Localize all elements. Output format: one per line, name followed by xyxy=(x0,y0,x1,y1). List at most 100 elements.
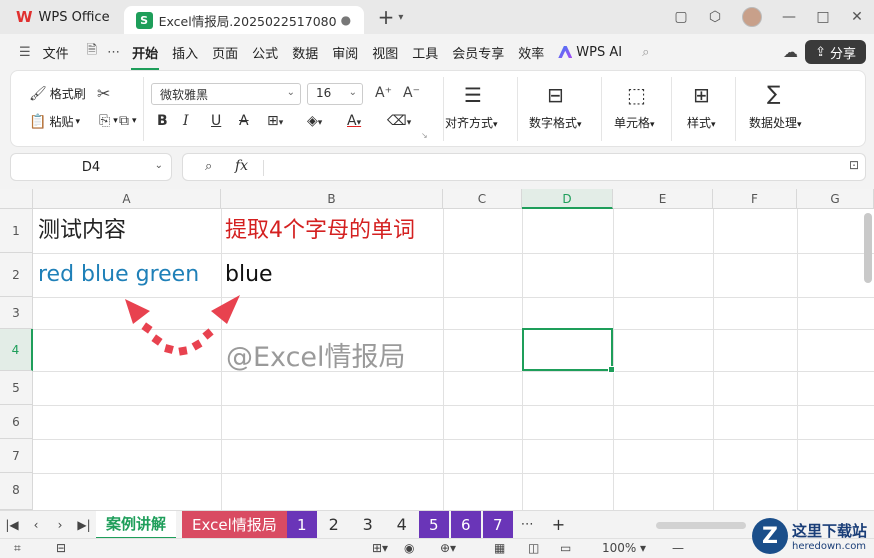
freeze-icon[interactable]: ⊞▾ xyxy=(372,541,388,555)
style-button[interactable]: 样式▾ xyxy=(687,114,716,131)
minimize-icon[interactable]: — xyxy=(772,9,806,25)
zoom-out-icon[interactable]: — xyxy=(672,541,684,555)
close-icon[interactable]: ✕ xyxy=(840,9,874,25)
selected-cell-d4[interactable] xyxy=(522,328,615,373)
sigma-icon[interactable]: ∑ xyxy=(767,81,780,105)
prev-sheet-icon[interactable]: ‹ xyxy=(24,518,48,532)
column-header-g[interactable]: G xyxy=(797,189,874,209)
normal-view-icon[interactable]: ▦ xyxy=(494,541,505,555)
copy-icon[interactable]: ⎘ ▾ xyxy=(99,113,118,129)
underline-icon[interactable]: U xyxy=(211,113,221,129)
increase-font-icon[interactable]: A⁺ xyxy=(375,85,395,101)
cell-a1[interactable]: 测试内容 xyxy=(38,218,126,244)
page-break-icon[interactable]: ▭ xyxy=(560,541,571,555)
sheet-tab-2[interactable]: 2 xyxy=(317,511,351,539)
decrease-font-icon[interactable]: A⁻ xyxy=(403,85,423,101)
name-box[interactable]: D4 ⌄ xyxy=(10,153,172,181)
more-sheets-icon[interactable]: ⋯ xyxy=(513,517,542,532)
sheet-tab-6[interactable]: 6 xyxy=(450,510,481,539)
share-button[interactable]: ⇪ 分享 xyxy=(805,40,866,64)
row-header-7[interactable]: 7 xyxy=(0,439,33,473)
number-format-button[interactable]: 数字格式▾ xyxy=(529,114,582,131)
bold-icon[interactable]: B xyxy=(157,113,168,129)
sheet-tab-3[interactable]: 3 xyxy=(351,511,385,539)
row-header-5[interactable]: 5 xyxy=(0,371,33,405)
column-header-a[interactable]: A xyxy=(33,189,221,209)
number-format-icon[interactable]: ⊟ xyxy=(547,83,564,107)
menu-formula[interactable]: 公式 xyxy=(245,43,285,62)
sheet-tab-1[interactable]: 1 xyxy=(286,510,317,539)
next-sheet-icon[interactable]: › xyxy=(48,518,72,532)
sheet-tab-cases[interactable]: 案例讲解 xyxy=(96,510,177,539)
maximize-icon[interactable]: □ xyxy=(806,9,840,25)
cell-icon[interactable]: ⬚ xyxy=(627,83,646,107)
sheet-tab-5[interactable]: 5 xyxy=(418,510,449,539)
save-icon[interactable]: 🗎 xyxy=(82,41,102,63)
zoom-dropdown-icon[interactable]: ▾ xyxy=(640,541,646,555)
menu-review[interactable]: 审阅 xyxy=(325,43,365,62)
row-header-2[interactable]: 2 xyxy=(0,253,33,297)
row-header-4[interactable]: 4 xyxy=(0,329,33,371)
cell-a2[interactable]: red blue green xyxy=(38,262,199,288)
row-header-8[interactable]: 8 xyxy=(0,473,33,510)
fx-icon[interactable]: fx xyxy=(235,158,248,174)
menu-tools[interactable]: 工具 xyxy=(405,43,445,62)
avatar[interactable] xyxy=(742,7,762,27)
sheet-tab-4[interactable]: 4 xyxy=(385,511,419,539)
row-header-3[interactable]: 3 xyxy=(0,297,33,329)
border-icon[interactable]: ⊞▾ xyxy=(267,113,283,129)
row-header-1[interactable]: 1 xyxy=(0,209,33,253)
data-process-button[interactable]: 数据处理▾ xyxy=(749,114,802,131)
document-tab[interactable]: S Excel情报局.2025022517080013 ● xyxy=(123,6,364,34)
menu-page[interactable]: 页面 xyxy=(205,43,245,62)
cell-button[interactable]: 单元格▾ xyxy=(614,114,655,131)
format-painter-button[interactable]: 🖌 格式刷 xyxy=(29,85,86,102)
align-icon[interactable]: ☰ xyxy=(464,83,482,107)
italic-icon[interactable]: I xyxy=(183,113,189,129)
menu-file[interactable]: 文件 xyxy=(36,43,76,62)
font-dialog-icon[interactable]: ↘ xyxy=(421,131,428,140)
column-header-c[interactable]: C xyxy=(443,189,522,209)
menu-home[interactable]: 开始 xyxy=(125,43,165,70)
menu-view[interactable]: 视图 xyxy=(365,43,405,62)
paste-format-icon[interactable]: ⧉ ▾ xyxy=(119,113,137,129)
paste-button[interactable]: 📋 粘贴 ▾ xyxy=(29,113,80,130)
hamburger-icon[interactable]: ☰ xyxy=(14,45,36,60)
horizontal-scrollbar[interactable] xyxy=(656,522,746,529)
zoom-level[interactable]: 100% xyxy=(602,541,636,555)
cube-icon[interactable]: ⬡ xyxy=(698,9,732,25)
expand-formula-icon[interactable]: ⊡ xyxy=(849,158,859,172)
cell-b2[interactable]: blue xyxy=(225,262,273,288)
cut-icon[interactable]: ✂ xyxy=(97,84,113,103)
column-header-b[interactable]: B xyxy=(221,189,443,209)
chevron-down-icon[interactable]: ▾ xyxy=(398,12,403,23)
search-icon[interactable]: ⌕ xyxy=(637,45,654,60)
page-view-icon[interactable]: ◫ xyxy=(528,541,539,555)
menu-data[interactable]: 数据 xyxy=(285,43,325,62)
new-tab-button[interactable]: + xyxy=(378,5,395,29)
column-header-d[interactable]: D xyxy=(522,189,613,209)
sheet-tab-excel[interactable]: Excel情报局 xyxy=(182,510,287,539)
cell-b1[interactable]: 提取4个字母的单词 xyxy=(225,218,415,244)
menu-insert[interactable]: 插入 xyxy=(165,43,205,62)
fill-color-icon[interactable]: ◈▾ xyxy=(307,113,322,129)
add-sheet-button[interactable]: + xyxy=(542,515,575,534)
tablet-mode-icon[interactable]: ▢ xyxy=(664,9,698,25)
cloud-icon[interactable]: ☁ xyxy=(783,43,798,61)
column-header-e[interactable]: E xyxy=(613,189,713,209)
sheet-tab-7[interactable]: 7 xyxy=(482,510,513,539)
column-header-f[interactable]: F xyxy=(713,189,797,209)
sheet-layout-icon[interactable]: ⊟ xyxy=(56,541,66,555)
last-sheet-icon[interactable]: ▶| xyxy=(72,518,96,532)
more-icon[interactable]: ⋯ xyxy=(102,45,125,60)
strikethrough-icon[interactable]: A xyxy=(239,113,249,129)
formula-bar[interactable]: ⌕ fx ⊡ xyxy=(182,153,866,181)
spreadsheet-grid[interactable]: A B C D E F G 1 2 3 4 5 6 7 8 测试内容 提取4个字… xyxy=(0,189,874,510)
align-button[interactable]: 对齐方式▾ xyxy=(445,114,498,131)
eye-icon[interactable]: ◉ xyxy=(404,541,414,555)
wps-ai-button[interactable]: WPS AI xyxy=(551,45,629,60)
first-sheet-icon[interactable]: |◀ xyxy=(0,518,24,532)
wps-office-tab[interactable]: W WPS Office xyxy=(0,0,124,34)
select-all-corner[interactable] xyxy=(0,189,33,209)
vertical-scrollbar[interactable] xyxy=(864,213,872,283)
